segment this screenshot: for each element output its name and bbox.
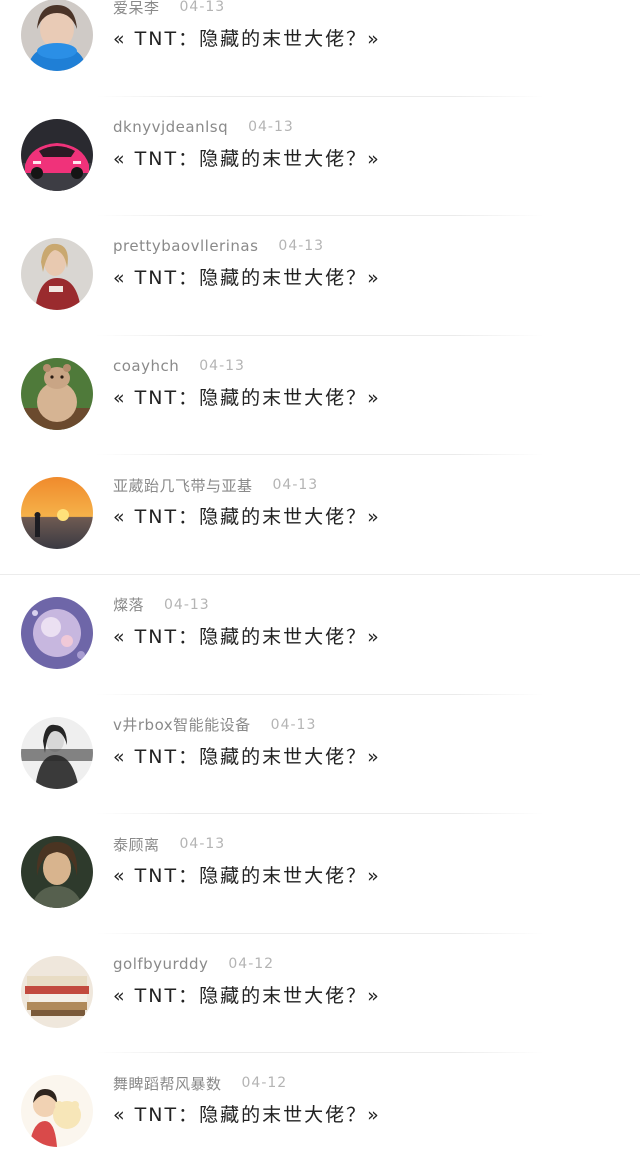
comment-date: 04-13 bbox=[179, 836, 226, 853]
comment-meta: prettybaovllerinas 04-13 bbox=[113, 235, 324, 257]
comment-meta: coayhch 04-13 bbox=[113, 355, 245, 377]
avatar[interactable] bbox=[21, 238, 93, 311]
list-item[interactable]: coayhch 04-13 « TNT：隐藏的末世大佬？» bbox=[0, 336, 640, 456]
username[interactable]: golfbyurddy bbox=[113, 955, 208, 973]
username[interactable]: dknyvjdeanlsq bbox=[113, 118, 228, 136]
books-avatar bbox=[21, 955, 93, 1028]
comment-meta: 亚葳跆几飞带与亚基 04-13 bbox=[113, 474, 318, 496]
list-item[interactable]: 燦落 04-13 « TNT：隐藏的末世大佬？» bbox=[0, 575, 640, 695]
username[interactable]: 燦落 bbox=[113, 594, 144, 615]
username[interactable]: coayhch bbox=[113, 357, 179, 375]
girl-red-shirt-avatar bbox=[21, 238, 93, 311]
comment-meta: 泰顾离 04-13 bbox=[113, 833, 225, 855]
comment-date: 04-13 bbox=[248, 118, 294, 135]
comment-title[interactable]: « TNT：隐藏的末世大佬？» bbox=[113, 622, 381, 649]
comment-title[interactable]: « TNT：隐藏的末世大佬？» bbox=[113, 742, 381, 769]
comment-title[interactable]: « TNT：隐藏的末世大佬？» bbox=[113, 263, 381, 290]
list-item[interactable]: prettybaovllerinas 04-13 « TNT：隐藏的末世大佬？» bbox=[0, 216, 640, 336]
comment-title[interactable]: « TNT：隐藏的末世大佬？» bbox=[113, 1100, 381, 1127]
avatar[interactable] bbox=[21, 118, 93, 191]
list-item[interactable]: 亚葳跆几飞带与亚基 04-13 « TNT：隐藏的末世大佬？» bbox=[0, 455, 640, 575]
list-item[interactable]: 舞睥蹈帮风暴数 04-12 « TNT：隐藏的末世大佬？» bbox=[0, 1053, 640, 1173]
avatar[interactable] bbox=[21, 357, 93, 430]
comment-date: 04-13 bbox=[179, 0, 226, 15]
list-item[interactable]: 爱呆李 04-13 « TNT：隐藏的末世大佬？» bbox=[0, 0, 640, 97]
sunset-avatar bbox=[21, 477, 93, 550]
username[interactable]: 泰顾离 bbox=[113, 834, 160, 855]
comment-list: 爱呆李 04-13 « TNT：隐藏的末世大佬？» dknyvjdeanlsq … bbox=[0, 0, 640, 1173]
purple-bubble-avatar bbox=[21, 596, 93, 669]
avatar[interactable] bbox=[21, 0, 93, 71]
comment-title[interactable]: « TNT：隐藏的末世大佬？» bbox=[113, 144, 381, 171]
comment-title[interactable]: « TNT：隐藏的末世大佬？» bbox=[113, 24, 381, 51]
list-item[interactable]: golfbyurddy 04-12 « TNT：隐藏的末世大佬？» bbox=[0, 934, 640, 1054]
comment-date: 04-13 bbox=[164, 596, 210, 613]
comment-date: 04-12 bbox=[241, 1075, 288, 1092]
comment-meta: 燦落 04-13 bbox=[113, 594, 210, 616]
comment-meta: dknyvjdeanlsq 04-13 bbox=[113, 116, 294, 138]
avatar[interactable] bbox=[21, 596, 93, 669]
comment-meta: v井rbox智能能设备 04-13 bbox=[113, 714, 316, 736]
comment-meta: 爱呆李 04-13 bbox=[113, 0, 225, 18]
comment-title[interactable]: « TNT：隐藏的末世大佬？» bbox=[113, 981, 381, 1008]
avatar[interactable] bbox=[21, 836, 93, 909]
comment-date: 04-13 bbox=[272, 477, 319, 494]
comment-date: 04-13 bbox=[199, 357, 245, 374]
comment-date: 04-12 bbox=[228, 955, 275, 972]
comment-meta: golfbyurddy 04-12 bbox=[113, 953, 274, 975]
username[interactable]: prettybaovllerinas bbox=[113, 237, 258, 255]
anime-girl-avatar bbox=[21, 836, 93, 909]
username[interactable]: v井rbox智能能设备 bbox=[113, 714, 251, 735]
avatar[interactable] bbox=[21, 1075, 93, 1148]
comment-meta: 舞睥蹈帮风暴数 04-12 bbox=[113, 1072, 287, 1094]
comment-title[interactable]: « TNT：隐藏的末世大佬？» bbox=[113, 861, 381, 888]
girl-blue-scarf-avatar bbox=[21, 0, 93, 71]
pink-car-avatar bbox=[21, 118, 93, 191]
username[interactable]: 爱呆李 bbox=[113, 0, 160, 18]
avatar[interactable] bbox=[21, 477, 93, 550]
avatar[interactable] bbox=[21, 955, 93, 1028]
list-item[interactable]: v井rbox智能能设备 04-13 « TNT：隐藏的末世大佬？» bbox=[0, 695, 640, 815]
cartoon-kids-avatar bbox=[21, 1075, 93, 1148]
avatar[interactable] bbox=[21, 716, 93, 789]
username[interactable]: 舞睥蹈帮风暴数 bbox=[113, 1073, 222, 1094]
username[interactable]: 亚葳跆几飞带与亚基 bbox=[113, 475, 253, 496]
comment-date: 04-13 bbox=[270, 716, 317, 733]
list-item[interactable]: 泰顾离 04-13 « TNT：隐藏的末世大佬？» bbox=[0, 814, 640, 934]
bw-girl-avatar bbox=[21, 716, 93, 789]
creature-avatar bbox=[21, 357, 93, 430]
list-item[interactable]: dknyvjdeanlsq 04-13 « TNT：隐藏的末世大佬？» bbox=[0, 97, 640, 217]
comment-title[interactable]: « TNT：隐藏的末世大佬？» bbox=[113, 383, 381, 410]
comment-title[interactable]: « TNT：隐藏的末世大佬？» bbox=[113, 502, 381, 529]
comment-date: 04-13 bbox=[278, 238, 325, 255]
